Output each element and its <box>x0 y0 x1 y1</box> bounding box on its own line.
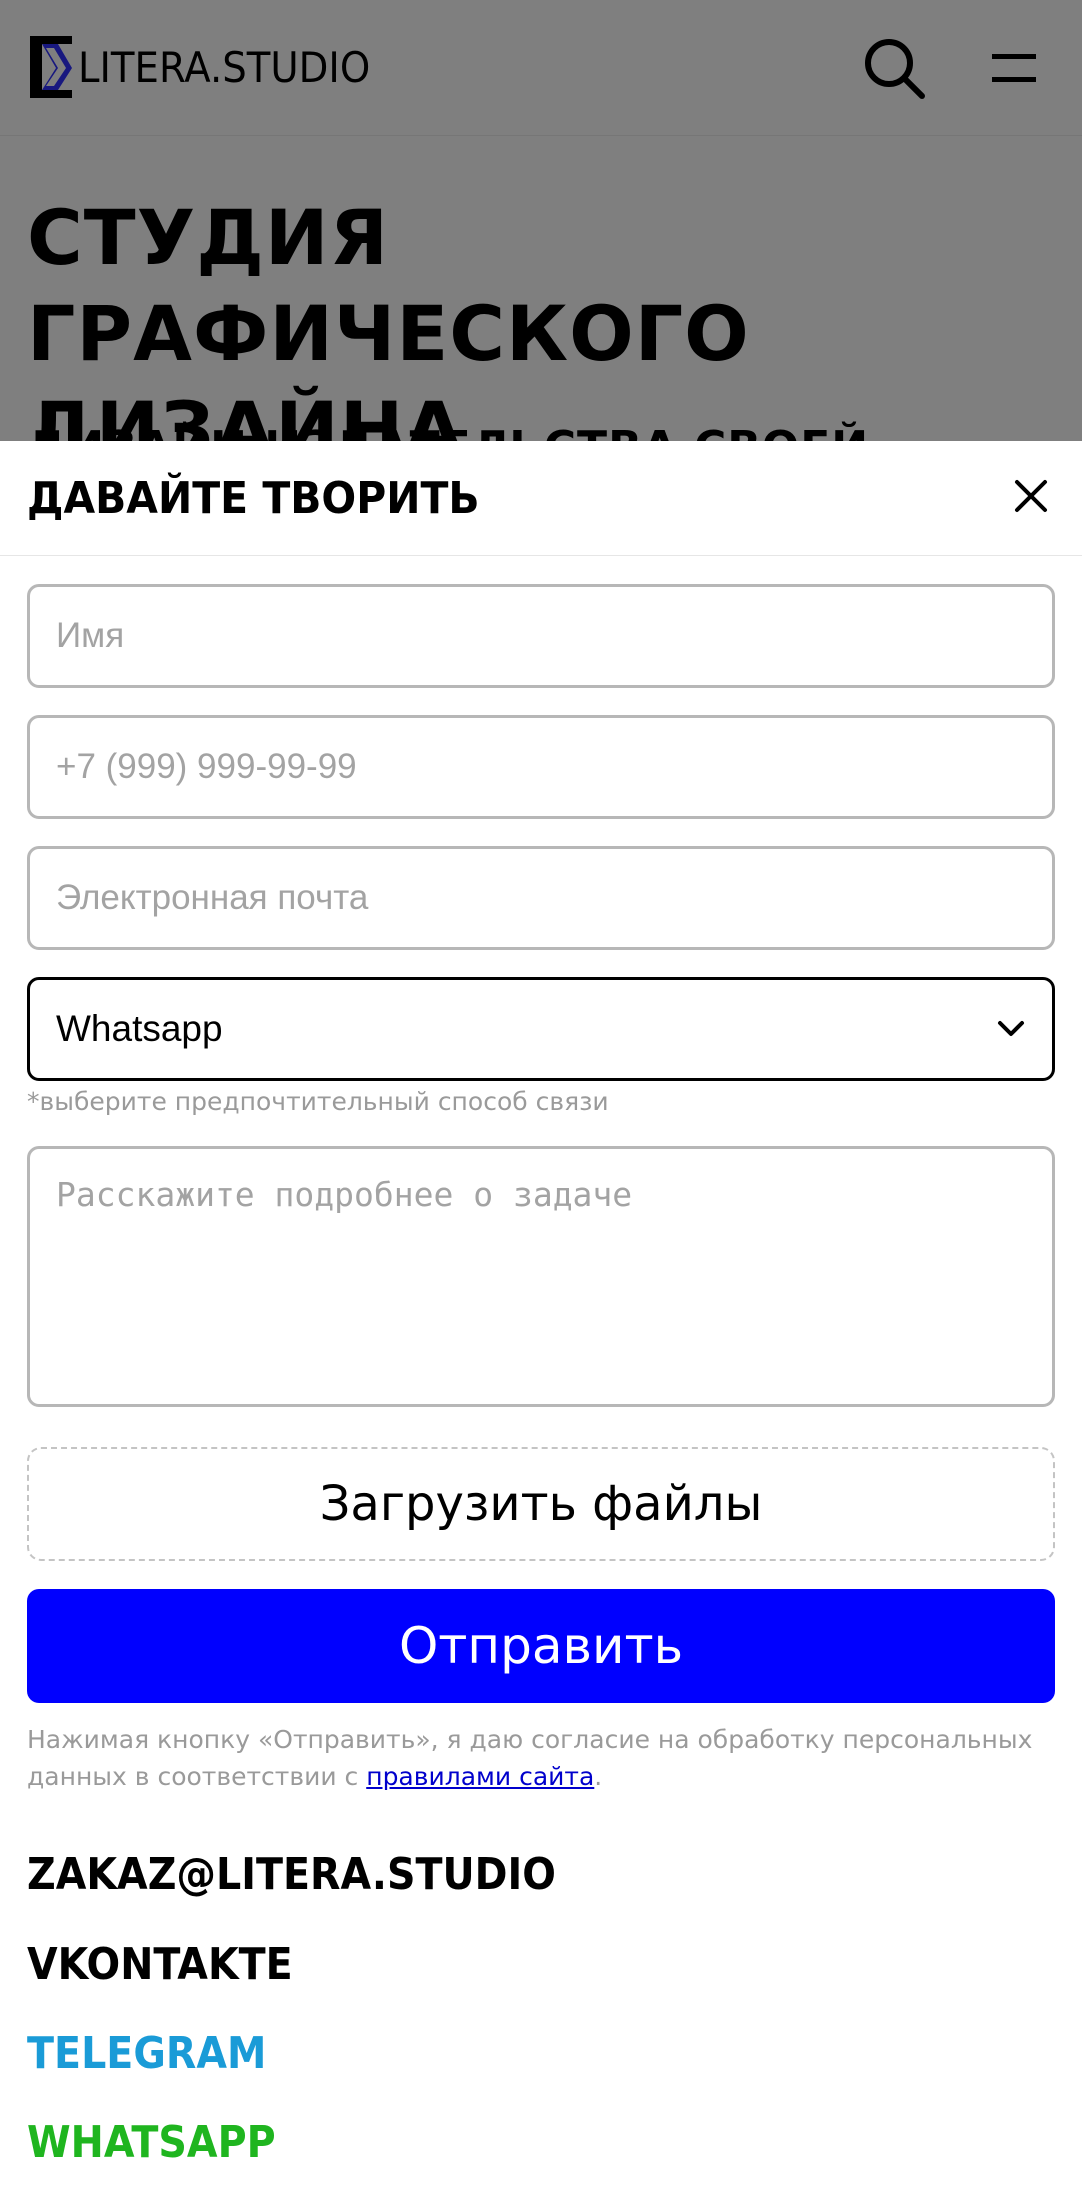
upload-files-button[interactable]: Загрузить файлы <box>27 1447 1055 1561</box>
contact-method-value: Whatsapp <box>56 1008 223 1049</box>
contact-telegram-link[interactable]: TELEGRAM <box>27 2026 266 2082</box>
close-button[interactable] <box>1008 473 1054 519</box>
submit-label: Отправить <box>398 1617 684 1675</box>
consent-text: Нажимая кнопку «Отправить», я даю соглас… <box>27 1721 1057 1795</box>
submit-button[interactable]: Отправить <box>27 1589 1055 1703</box>
contact-email-link[interactable]: ZAKAZ@LITERA.STUDIO <box>27 1847 556 1903</box>
phone-input[interactable] <box>27 715 1055 819</box>
contact-method-select[interactable]: Whatsapp <box>27 977 1055 1081</box>
close-icon <box>1015 480 1047 512</box>
modal-header: ДАВАЙТЕ ТВОРИТЬ <box>0 441 1082 556</box>
contact-vkontakte-link[interactable]: VKONTAKTE <box>27 1937 293 1993</box>
site-rules-link[interactable]: правилами сайта <box>366 1762 594 1791</box>
upload-files-label: Загрузить файлы <box>319 1476 763 1532</box>
name-input[interactable] <box>27 584 1055 688</box>
contact-method-hint: *выберите предпочтительный способ связи <box>27 1087 609 1116</box>
consent-end: . <box>594 1762 603 1791</box>
task-description-textarea[interactable] <box>27 1146 1055 1407</box>
chevron-down-icon <box>998 1021 1024 1036</box>
contact-whatsapp-link[interactable]: WHATSAPP <box>27 2115 276 2171</box>
email-input[interactable] <box>27 846 1055 950</box>
contact-form-modal: ДАВАЙТЕ ТВОРИТЬ Whatsapp *выберите предп… <box>0 441 1082 2202</box>
modal-title: ДАВАЙТЕ ТВОРИТЬ <box>27 473 480 524</box>
